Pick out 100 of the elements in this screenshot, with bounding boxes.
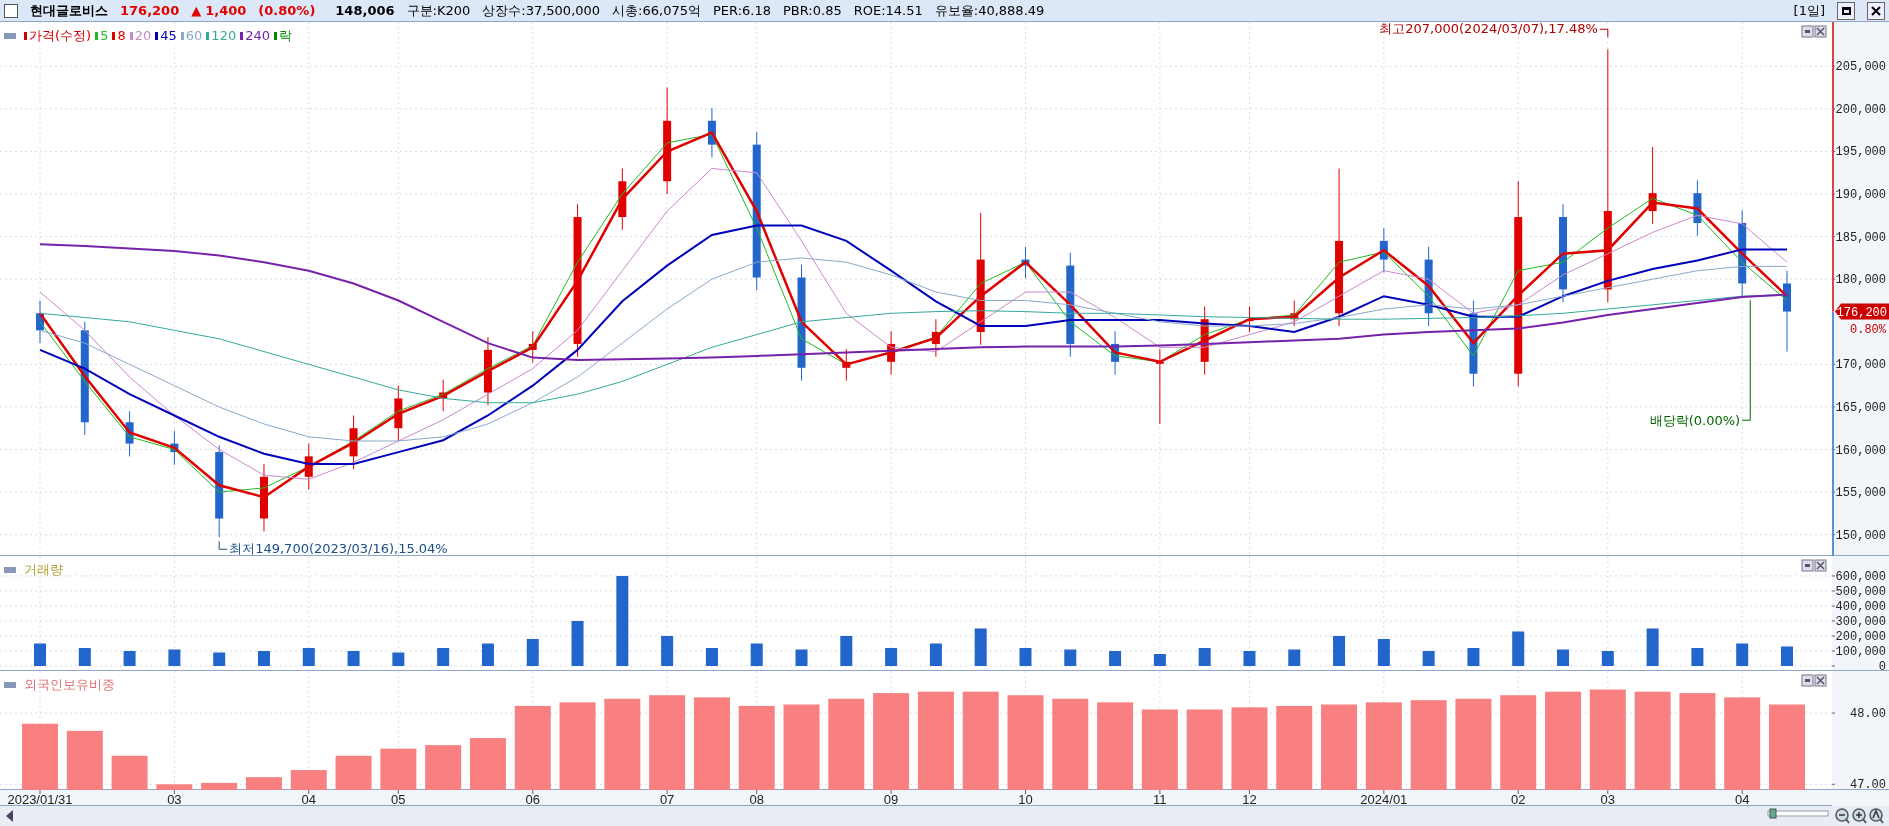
volume-bar (1064, 649, 1077, 666)
restore-button[interactable] (1837, 1, 1855, 20)
candlestick (931, 318, 940, 358)
volume-bar (840, 636, 853, 666)
price-change: 1,400 (205, 1, 247, 20)
axis-label: 11 (1153, 792, 1167, 806)
axis-label: 300,000 (1835, 615, 1886, 629)
stock-name: 현대글로비스 (30, 1, 108, 20)
scroll-left-icon[interactable] (6, 810, 13, 822)
annotation-label: 최고207,000(2024/03/07),17.48% (1379, 22, 1609, 38)
panel-title: 거래량 (24, 561, 63, 579)
candlestick (170, 430, 179, 466)
axis-label: 05 (391, 792, 406, 806)
volume-bar (213, 652, 226, 666)
candlestick (1290, 300, 1299, 327)
axis-label: 170,000 (1835, 358, 1886, 373)
minimize-button[interactable] (1801, 674, 1814, 687)
axis-label: 03 (167, 792, 182, 806)
axis-label: 0 (1878, 660, 1886, 671)
candlestick (528, 330, 537, 364)
axis-label: 185,000 (1835, 230, 1886, 245)
minimize-button[interactable] (1801, 559, 1814, 572)
panel-icon (4, 566, 16, 573)
axis-label: 195,000 (1835, 145, 1886, 160)
volume-bar (1333, 636, 1346, 666)
legend-label: 가격(수정) (29, 27, 92, 45)
info-field: PER:6.18 (712, 0, 771, 21)
axis-label: 04 (1734, 792, 1750, 806)
candlestick (394, 385, 403, 442)
candlestick (842, 348, 851, 382)
period-label: [1일] (1793, 1, 1825, 20)
candlestick (1693, 179, 1702, 237)
ownership-bar (201, 782, 238, 790)
axis-label: 10 (1018, 792, 1033, 806)
ownership-bar (290, 770, 327, 790)
change-percent: (0.80%) (258, 1, 316, 20)
close-icon[interactable] (1871, 5, 1881, 16)
scroll-slider[interactable] (1767, 808, 1829, 819)
zoom-reset-icon[interactable] (1869, 808, 1884, 824)
panel-icon (4, 681, 16, 688)
info-field: 유보율:40,888.49 (934, 0, 1045, 21)
info-field: 시총:66,075억 (612, 0, 701, 21)
volume-bar (168, 649, 181, 666)
volume-bar (1557, 649, 1570, 666)
axis-label: 08 (749, 792, 764, 806)
axis-label: 06 (525, 792, 540, 806)
candlestick (36, 300, 44, 344)
volume-bar (1288, 649, 1301, 666)
annotation: 최저149,700(2023/03/16),15.04% (229, 541, 448, 557)
zoom-out-icon[interactable] (1835, 808, 1850, 824)
candlestick (1111, 330, 1120, 376)
candlestick (1245, 305, 1254, 333)
axis-label: 2023/01/31 (7, 792, 73, 806)
axis-label: 07 (659, 792, 675, 806)
legend-label: 20 (134, 27, 152, 45)
close-button[interactable] (1867, 1, 1885, 20)
current-price: 176,200 (120, 1, 180, 20)
trade-volume: 148,006 (335, 1, 395, 20)
volume-bar (1512, 631, 1525, 666)
info-field: 상장수:37,500,000 (482, 0, 601, 21)
axis-label: 160,000 (1835, 443, 1886, 458)
volume-bar (1781, 646, 1793, 666)
ownership-bar (469, 738, 506, 790)
candlestick (483, 336, 492, 406)
info-field: 구분:K200 (406, 0, 471, 21)
axis-label: 200,000 (1835, 630, 1886, 644)
axis-label: 200,000 (1835, 102, 1886, 117)
candlestick (707, 107, 716, 158)
ownership-bar (66, 730, 103, 790)
checkbox[interactable] (4, 3, 18, 18)
panel-icon (4, 32, 16, 39)
volume-bar (661, 636, 674, 666)
annotation-label: 최저149,700(2023/03/16),15.04% (218, 540, 448, 556)
axis-label: 205,000 (1835, 60, 1886, 75)
axis-label: 47.00 (1850, 778, 1886, 790)
volume-bar (392, 652, 405, 666)
axis-label: 165,000 (1835, 400, 1886, 415)
legend-label: 8 (117, 27, 126, 45)
ownership-bar (425, 745, 462, 790)
panel-title: 외국인보유비중 (24, 676, 115, 694)
candlestick (1379, 227, 1388, 273)
legend-label: 60 (185, 27, 203, 45)
percent-label: 0.80% (1850, 322, 1886, 337)
info-field: PBR:0.85 (782, 0, 842, 21)
candlestick (259, 463, 268, 532)
change-sign: ▲ (191, 1, 202, 20)
annotation: 최고207,000(2024/03/07),17.48% (1379, 21, 1598, 37)
legend-label: 240 (245, 27, 270, 45)
axis-label: 500,000 (1835, 584, 1886, 599)
candlestick (618, 168, 627, 231)
volume-bar (34, 643, 46, 666)
candlestick (125, 410, 134, 457)
axis-label: 2024/01 (1360, 792, 1408, 806)
axis-label: 02 (1511, 792, 1526, 806)
candlestick (887, 330, 896, 376)
annotation: 배당락(0.00%) (1649, 413, 1741, 429)
axis-label: 04 (301, 792, 316, 806)
zoom-in-icon[interactable] (1852, 808, 1867, 824)
candlestick (1200, 305, 1209, 376)
minimize-button[interactable] (1801, 25, 1814, 38)
